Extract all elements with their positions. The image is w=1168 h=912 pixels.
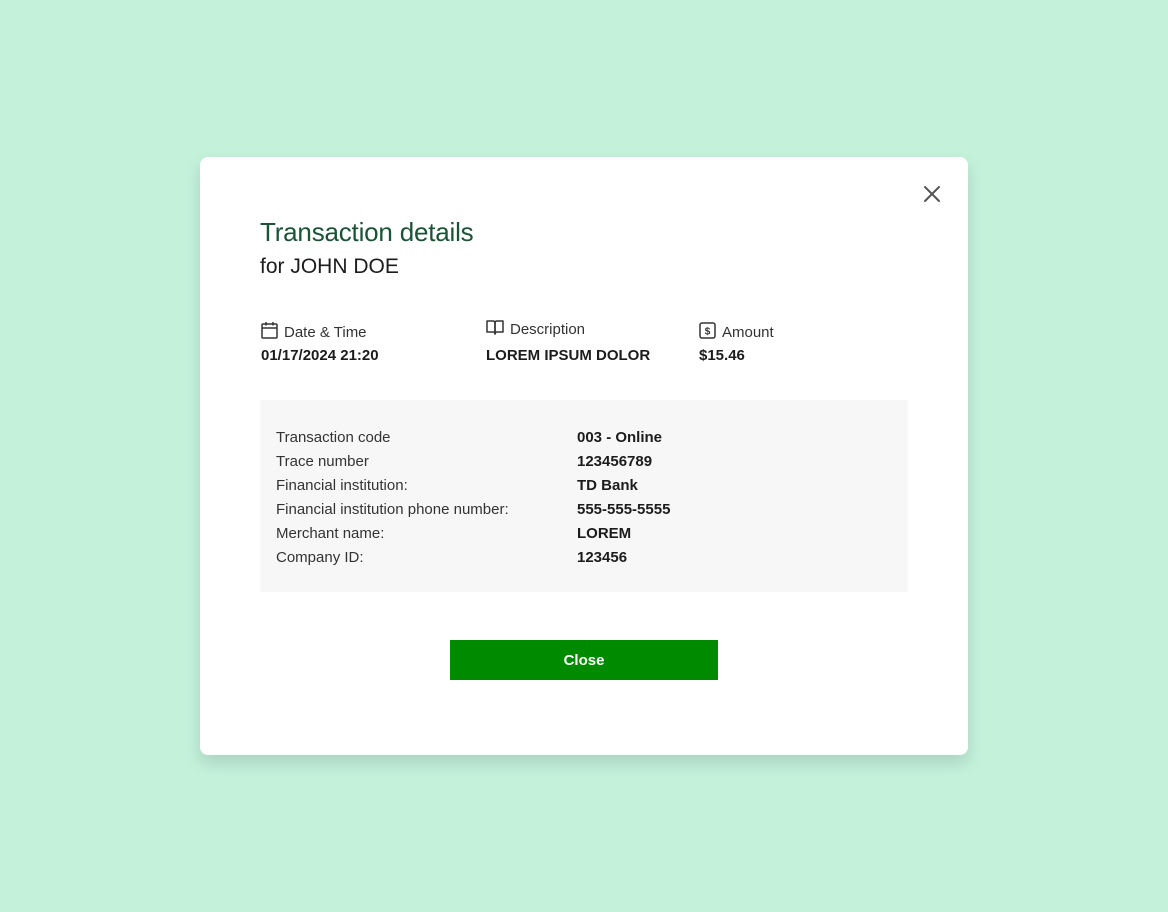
detail-label: Financial institution: bbox=[276, 476, 408, 494]
detail-row-institution-phone: Financial institution phone number: 555-… bbox=[276, 497, 892, 521]
amount-value: $15.46 bbox=[699, 347, 745, 364]
detail-label: Transaction code bbox=[276, 428, 391, 446]
detail-label: Company ID: bbox=[276, 548, 364, 566]
amount-label: Amount bbox=[722, 323, 774, 341]
amount-label-row: $ Amount bbox=[699, 321, 774, 343]
close-icon[interactable] bbox=[919, 181, 945, 207]
detail-row-company-id: Company ID: 123456 bbox=[276, 545, 892, 569]
detail-value: 555-555-5555 bbox=[577, 500, 671, 518]
detail-value: 123456 bbox=[577, 548, 628, 566]
svg-text:$: $ bbox=[705, 326, 711, 337]
description-summary: Description LOREM IPSUM DOLOR bbox=[486, 318, 651, 364]
detail-label: Merchant name: bbox=[276, 524, 385, 542]
detail-value: 123456789 bbox=[577, 452, 653, 470]
modal-title: Transaction details bbox=[260, 217, 474, 247]
book-icon bbox=[486, 319, 504, 339]
detail-value: LOREM bbox=[577, 524, 632, 542]
detail-label: Financial institution phone number: bbox=[276, 500, 509, 518]
detail-row-trace-number: Trace number 123456789 bbox=[276, 449, 892, 473]
dollar-icon: $ bbox=[699, 321, 716, 343]
transaction-details-modal: Transaction details for JOHN DOE Date & … bbox=[200, 157, 968, 755]
description-label: Description bbox=[510, 320, 586, 338]
detail-row-financial-institution: Financial institution: TD Bank bbox=[276, 473, 892, 497]
description-value: LOREM IPSUM DOLOR bbox=[486, 347, 651, 364]
detail-row-merchant-name: Merchant name: LOREM bbox=[276, 521, 892, 545]
date-time-summary: Date & Time 01/17/2024 21:20 bbox=[261, 321, 379, 364]
detail-row-transaction-code: Transaction code 003 - Online bbox=[276, 425, 892, 449]
detail-label: Trace number bbox=[276, 452, 369, 470]
date-time-label: Date & Time bbox=[284, 323, 367, 341]
date-time-label-row: Date & Time bbox=[261, 321, 379, 343]
calendar-icon bbox=[261, 321, 278, 343]
transaction-details-list: Transaction code 003 - Online Trace numb… bbox=[260, 400, 908, 592]
close-button[interactable]: Close bbox=[450, 640, 718, 680]
date-time-value: 01/17/2024 21:20 bbox=[261, 347, 379, 364]
modal-subtitle: for JOHN DOE bbox=[260, 255, 399, 278]
description-label-row: Description bbox=[486, 318, 650, 340]
detail-value: 003 - Online bbox=[577, 428, 663, 446]
detail-value: TD Bank bbox=[577, 476, 638, 494]
amount-summary: $ Amount $15.46 bbox=[699, 321, 774, 364]
